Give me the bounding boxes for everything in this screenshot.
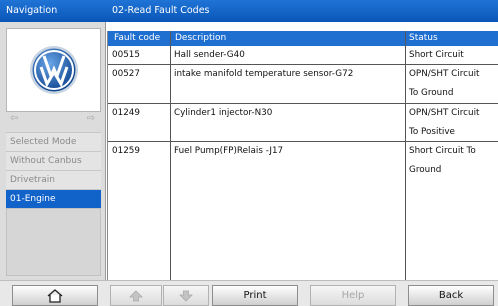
scroll-up-button[interactable] bbox=[110, 285, 162, 306]
help-button[interactable]: Help bbox=[310, 285, 396, 306]
status-cell: To Positive bbox=[409, 127, 455, 137]
table-row[interactable]: 01259 Fuel Pump(FP)Relais -J17 Short Cir… bbox=[108, 142, 498, 280]
home-button[interactable] bbox=[12, 285, 98, 306]
sidebar-item-without-canbus[interactable]: Without Canbus bbox=[6, 151, 101, 170]
sidebar: ⇦ ⇨ Selected Mode Without Canbus Drivetr… bbox=[0, 22, 106, 280]
title-bar: Navigation 02-Read Fault Codes bbox=[0, 0, 498, 22]
print-button[interactable]: Print bbox=[212, 285, 298, 306]
arrow-left-icon[interactable]: ⇦ bbox=[10, 113, 18, 124]
description-cell: Fuel Pump(FP)Relais -J17 bbox=[174, 146, 284, 156]
fault-code-table: Fault code Description Status 00515 Hall… bbox=[107, 31, 498, 280]
fault-code-cell: 01259 bbox=[112, 146, 140, 156]
description-cell: Cylinder1 injector-N30 bbox=[174, 108, 273, 118]
table-row[interactable]: 00527 intake manifold temperature sensor… bbox=[108, 65, 498, 104]
sidebar-item-engine[interactable]: 01-Engine bbox=[6, 189, 101, 208]
status-cell: OPN/SHT Circuit bbox=[409, 69, 480, 79]
fault-code-cell: 00515 bbox=[112, 50, 140, 60]
description-cell: Hall sender-G40 bbox=[174, 50, 245, 60]
home-icon bbox=[47, 289, 63, 303]
table-row[interactable]: 00515 Hall sender-G40 Short Circuit bbox=[108, 46, 498, 65]
fault-code-cell: 01249 bbox=[112, 108, 140, 118]
arrow-up-icon bbox=[129, 290, 143, 302]
status-cell: OPN/SHT Circuit bbox=[409, 108, 480, 118]
column-header-description: Description bbox=[175, 33, 227, 43]
status-cell: Ground bbox=[409, 165, 442, 175]
bottom-toolbar: Print Help Back bbox=[0, 280, 498, 306]
status-cell: Short Circuit To bbox=[409, 146, 476, 156]
sidebar-item-drivetrain[interactable]: Drivetrain bbox=[6, 170, 101, 189]
sidebar-scroll: ⇦ ⇨ bbox=[6, 113, 101, 126]
table-row[interactable]: 01249 Cylinder1 injector-N30 OPN/SHT Cir… bbox=[108, 104, 498, 142]
vw-logo bbox=[6, 28, 101, 112]
description-cell: intake manifold temperature sensor-G72 bbox=[174, 69, 354, 79]
status-cell: To Ground bbox=[409, 88, 454, 98]
back-button[interactable]: Back bbox=[408, 285, 494, 306]
scroll-down-button[interactable] bbox=[163, 285, 209, 306]
navigation-title: Navigation bbox=[6, 5, 58, 16]
page-title: 02-Read Fault Codes bbox=[112, 5, 210, 16]
status-cell: Short Circuit bbox=[409, 50, 464, 60]
fault-code-cell: 00527 bbox=[112, 69, 140, 79]
column-header-fault-code: Fault code bbox=[114, 33, 161, 43]
sidebar-empty-area bbox=[6, 208, 101, 276]
sidebar-item-selected-mode[interactable]: Selected Mode bbox=[6, 132, 101, 151]
arrow-down-icon bbox=[179, 290, 193, 302]
arrow-right-icon[interactable]: ⇨ bbox=[87, 113, 95, 124]
vw-logo-icon bbox=[30, 46, 78, 94]
table-header: Fault code Description Status bbox=[108, 31, 498, 46]
column-header-status: Status bbox=[409, 33, 438, 43]
